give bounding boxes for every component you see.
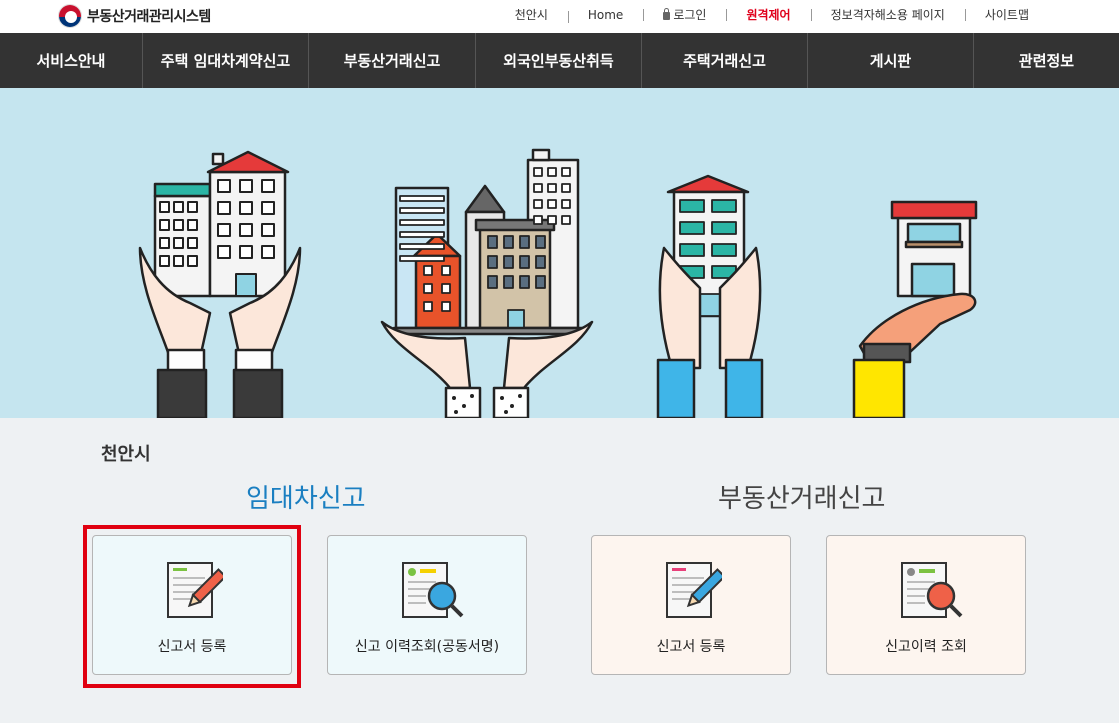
util-link-city[interactable]: 천안시	[495, 6, 568, 23]
utility-links: 천안시 Home 로그인 원격제어 정보격자해소용 페이지 사이트맵	[495, 6, 1049, 23]
lease-history-label: 신고 이력조회(공동서명)	[354, 639, 500, 655]
realestate-history-label: 신고이력 조회	[885, 639, 967, 655]
realestate-register-card[interactable]: 신고서 등록	[591, 535, 791, 675]
highlight-box	[83, 525, 301, 688]
util-link-info-gap[interactable]: 정보격자해소용 페이지	[810, 6, 965, 23]
document-pencil-icon	[666, 562, 722, 618]
nav-item-foreigner-acquisition[interactable]: 외국인부동산취득	[476, 33, 642, 88]
lease-history-card[interactable]: 신고 이력조회(공동서명)	[327, 535, 527, 675]
site-name: 부동산거래관리시스템	[87, 9, 211, 25]
nav-item-related-info[interactable]: 관련정보	[974, 33, 1119, 88]
building-hands-illustration-4	[852, 200, 978, 418]
document-search-icon	[901, 562, 963, 618]
nav-item-housing-report[interactable]: 주택거래신고	[642, 33, 808, 88]
document-search-icon	[402, 562, 464, 618]
nav-item-board[interactable]: 게시판	[808, 33, 974, 88]
top-bar: 부동산거래관리시스템 천안시 Home 로그인 원격제어 정보격자해소용 페이지…	[0, 0, 1119, 33]
site-logo[interactable]: 부동산거래관리시스템	[58, 3, 211, 29]
util-link-remote-control[interactable]: 원격제어	[726, 6, 810, 23]
building-hands-illustration-2	[380, 148, 594, 418]
building-hands-illustration-3	[656, 174, 764, 418]
building-hands-illustration-1	[138, 150, 302, 418]
hero-banner	[0, 88, 1119, 418]
login-label: 로그인	[673, 8, 707, 22]
util-link-login[interactable]: 로그인	[643, 6, 726, 23]
lease-section-title: 임대차신고	[246, 484, 366, 514]
nav-item-service-guide[interactable]: 서비스안내	[0, 33, 143, 88]
nav-item-lease-report[interactable]: 주택 임대차계약신고	[143, 33, 309, 88]
lock-icon	[663, 8, 671, 20]
banner-illustration	[138, 148, 978, 418]
realestate-history-card[interactable]: 신고이력 조회	[826, 535, 1026, 675]
realestate-register-label: 신고서 등록	[656, 639, 726, 655]
main-nav: 서비스안내 주택 임대차계약신고 부동산거래신고 외국인부동산취득 주택거래신고…	[0, 33, 1119, 88]
taegeuk-logo-icon	[58, 4, 82, 28]
util-link-sitemap[interactable]: 사이트맵	[964, 6, 1049, 23]
realestate-section-title: 부동산거래신고	[718, 484, 886, 514]
nav-item-realestate-report[interactable]: 부동산거래신고	[309, 33, 476, 88]
city-name: 천안시	[101, 444, 151, 465]
util-link-home[interactable]: Home	[567, 8, 643, 23]
